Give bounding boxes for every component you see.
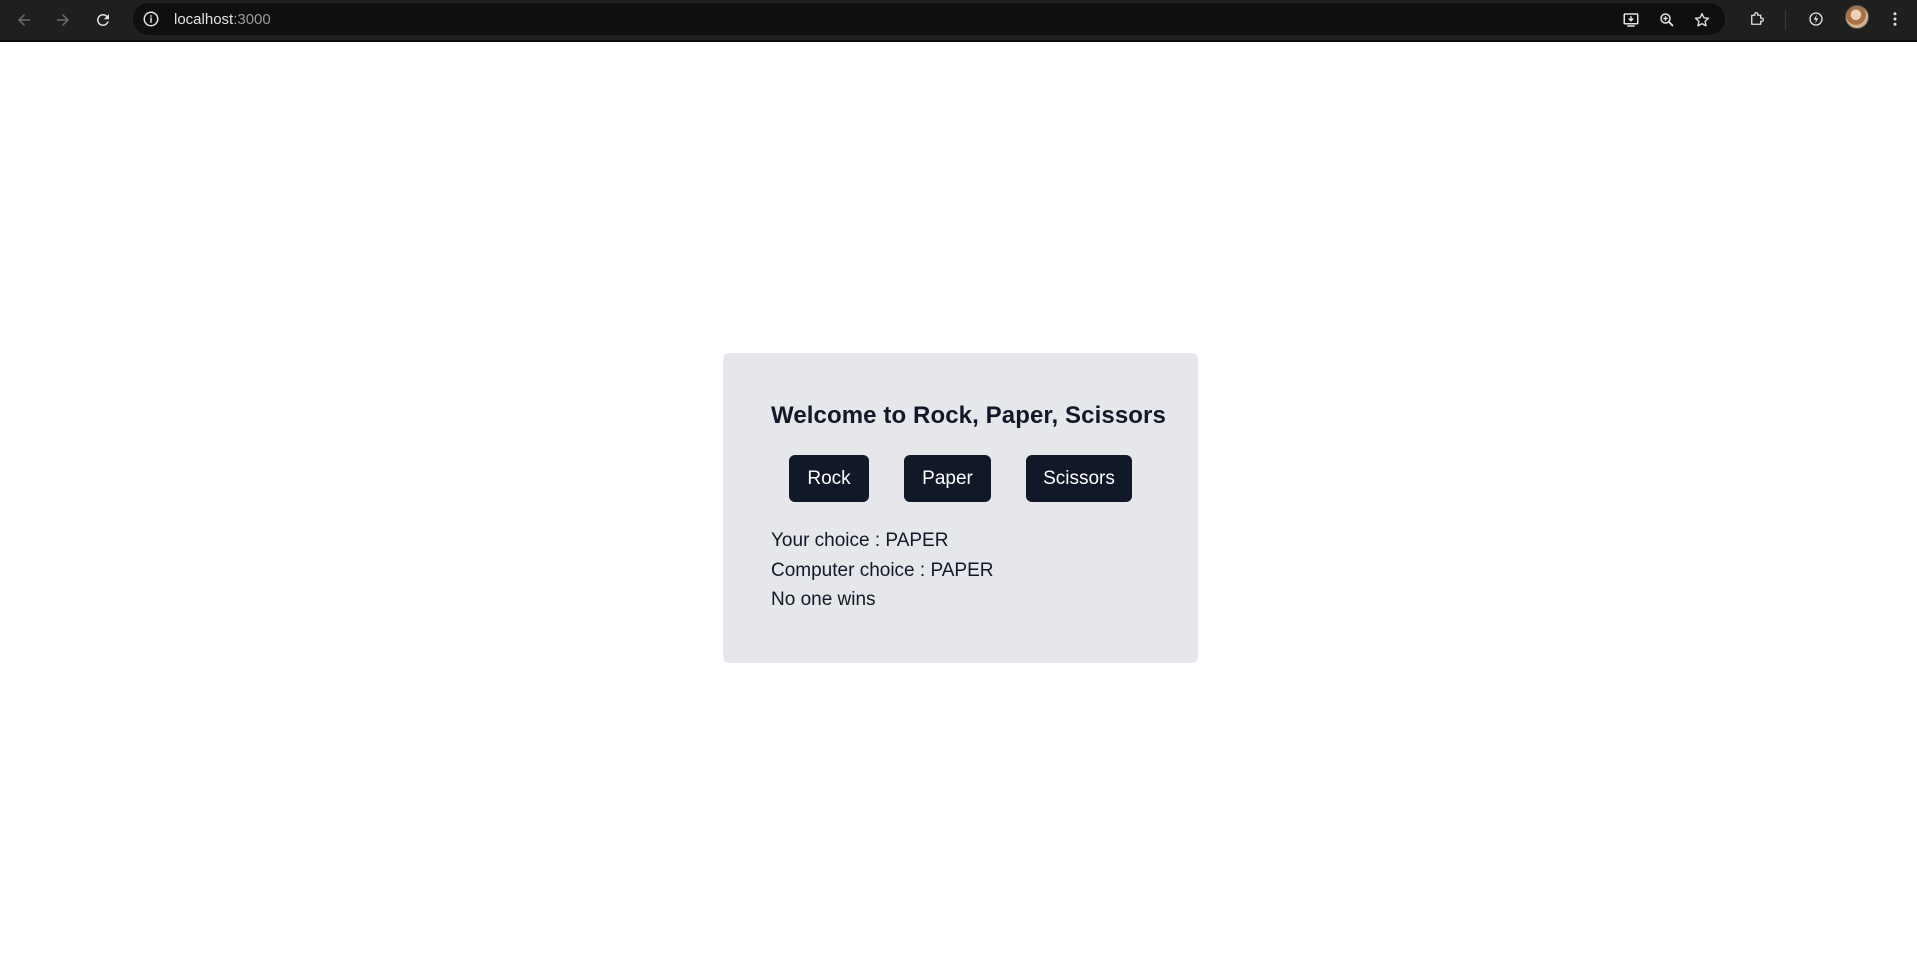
install-app-button[interactable] <box>1620 9 1642 31</box>
install-icon <box>1623 13 1639 27</box>
url-host: localhost <box>174 11 234 28</box>
extensions-icon <box>1751 12 1764 25</box>
url-port: :3000 <box>233 11 271 28</box>
url-text: localhost:3000 <box>174 11 271 28</box>
your-choice-text: Your choice : PAPER <box>771 530 949 551</box>
browser-menu-button[interactable] <box>1880 4 1910 34</box>
browser-toolbar: localhost:3000 <box>0 0 1917 42</box>
performance-icon <box>1809 12 1823 26</box>
scissors-button[interactable]: Scissors <box>1026 455 1132 502</box>
address-bar[interactable]: localhost:3000 <box>133 3 1725 35</box>
avatar[interactable] <box>1845 5 1869 29</box>
info-icon[interactable] <box>142 10 160 28</box>
game-title: Welcome to Rock, Paper, Scissors <box>771 402 1166 429</box>
zoom-icon <box>1660 13 1674 27</box>
rock-button[interactable]: Rock <box>789 455 869 502</box>
computer-choice-text: Computer choice : PAPER <box>771 560 994 581</box>
star-icon <box>1694 12 1710 27</box>
paper-button[interactable]: Paper <box>904 455 991 502</box>
performance-button[interactable] <box>1801 4 1831 34</box>
page-content: Welcome to Rock, Paper, Scissors Rock Pa… <box>0 42 1917 970</box>
back-arrow-icon <box>18 14 30 26</box>
back-button[interactable] <box>8 5 40 35</box>
outcome-text: No one wins <box>771 589 876 610</box>
reload-icon <box>97 13 109 26</box>
zoom-button[interactable] <box>1656 9 1678 31</box>
menu-icon <box>1893 12 1897 26</box>
game-card: Welcome to Rock, Paper, Scissors Rock Pa… <box>723 353 1198 663</box>
extensions-button[interactable] <box>1742 4 1772 34</box>
forward-arrow-icon <box>57 14 69 26</box>
bookmark-button[interactable] <box>1691 9 1713 31</box>
forward-button[interactable] <box>47 5 79 35</box>
toolbar-separator <box>1785 10 1786 30</box>
reload-button[interactable] <box>87 5 119 35</box>
